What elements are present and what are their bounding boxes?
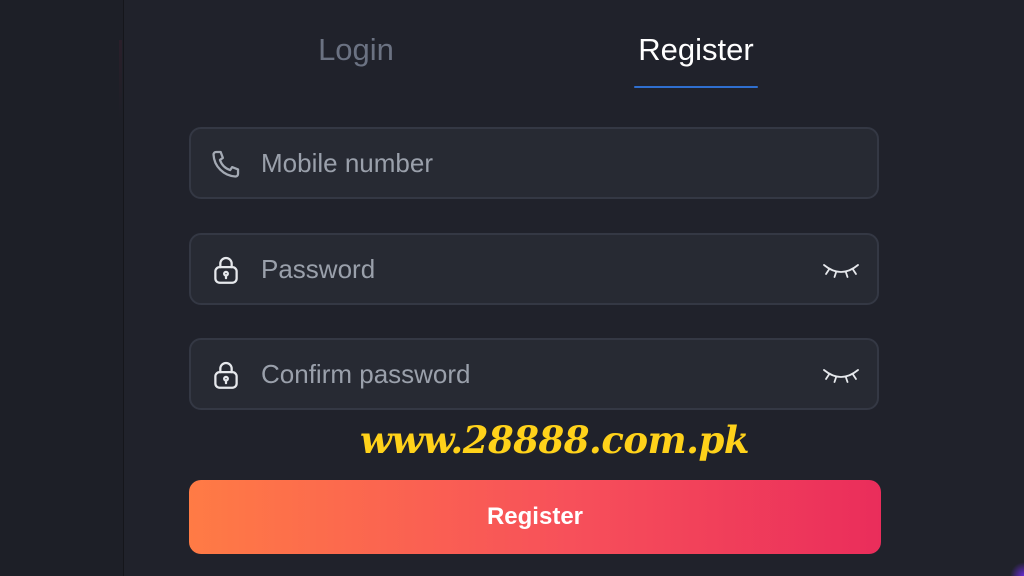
side-accent — [119, 40, 122, 120]
register-panel: Login Register Mobile number www.28888.c… — [124, 0, 1024, 576]
confirm-password-input[interactable] — [261, 340, 801, 408]
tab-login-label: Login — [318, 32, 394, 67]
register-button[interactable]: Register — [189, 480, 881, 554]
mobile-number-field[interactable] — [189, 127, 879, 199]
watermark-text: www.28888.com.pk — [360, 418, 750, 462]
corner-glow — [1010, 562, 1024, 576]
tab-register[interactable]: Register — [632, 30, 760, 90]
eye-closed-icon[interactable] — [821, 255, 861, 283]
mobile-number-input[interactable] — [261, 129, 801, 197]
phone-icon — [209, 147, 243, 181]
tab-login[interactable]: Login — [306, 30, 406, 90]
tab-register-label: Register — [638, 32, 754, 67]
password-field[interactable] — [189, 233, 879, 305]
lock-icon — [209, 253, 243, 287]
side-panel — [0, 0, 124, 576]
eye-closed-icon[interactable] — [821, 360, 861, 388]
active-tab-indicator — [634, 86, 758, 88]
password-input[interactable] — [261, 235, 801, 303]
confirm-password-field[interactable] — [189, 338, 879, 410]
lock-icon — [209, 358, 243, 392]
